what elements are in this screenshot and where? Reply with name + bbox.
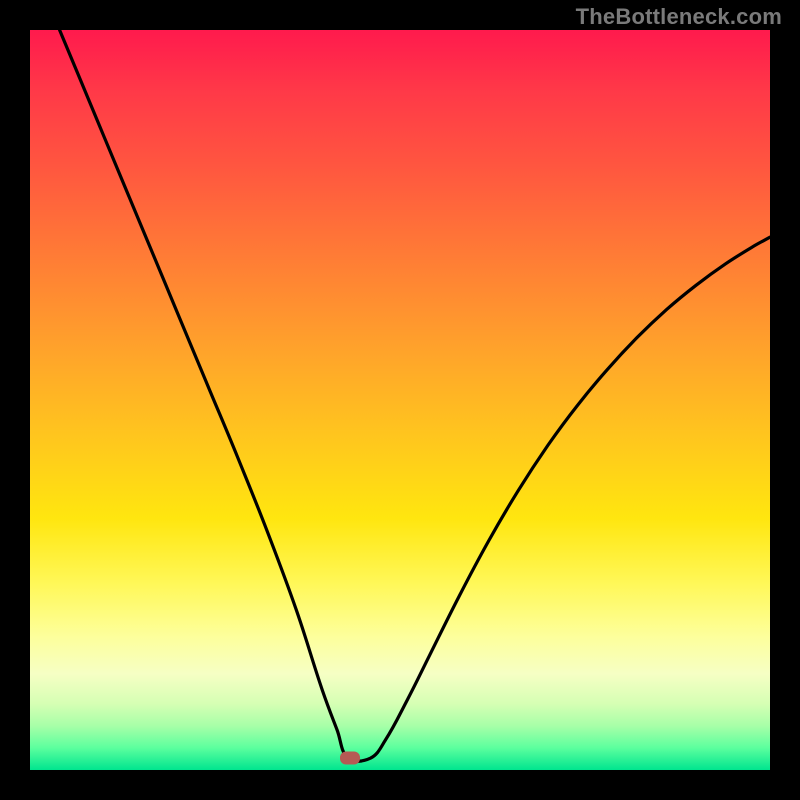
- bottleneck-curve: [30, 30, 770, 770]
- chart-frame: TheBottleneck.com line Axes are not labe…: [0, 0, 800, 800]
- optimal-point-marker: [340, 752, 360, 765]
- chart-plot-area: [30, 30, 770, 770]
- watermark-text: TheBottleneck.com: [576, 4, 782, 30]
